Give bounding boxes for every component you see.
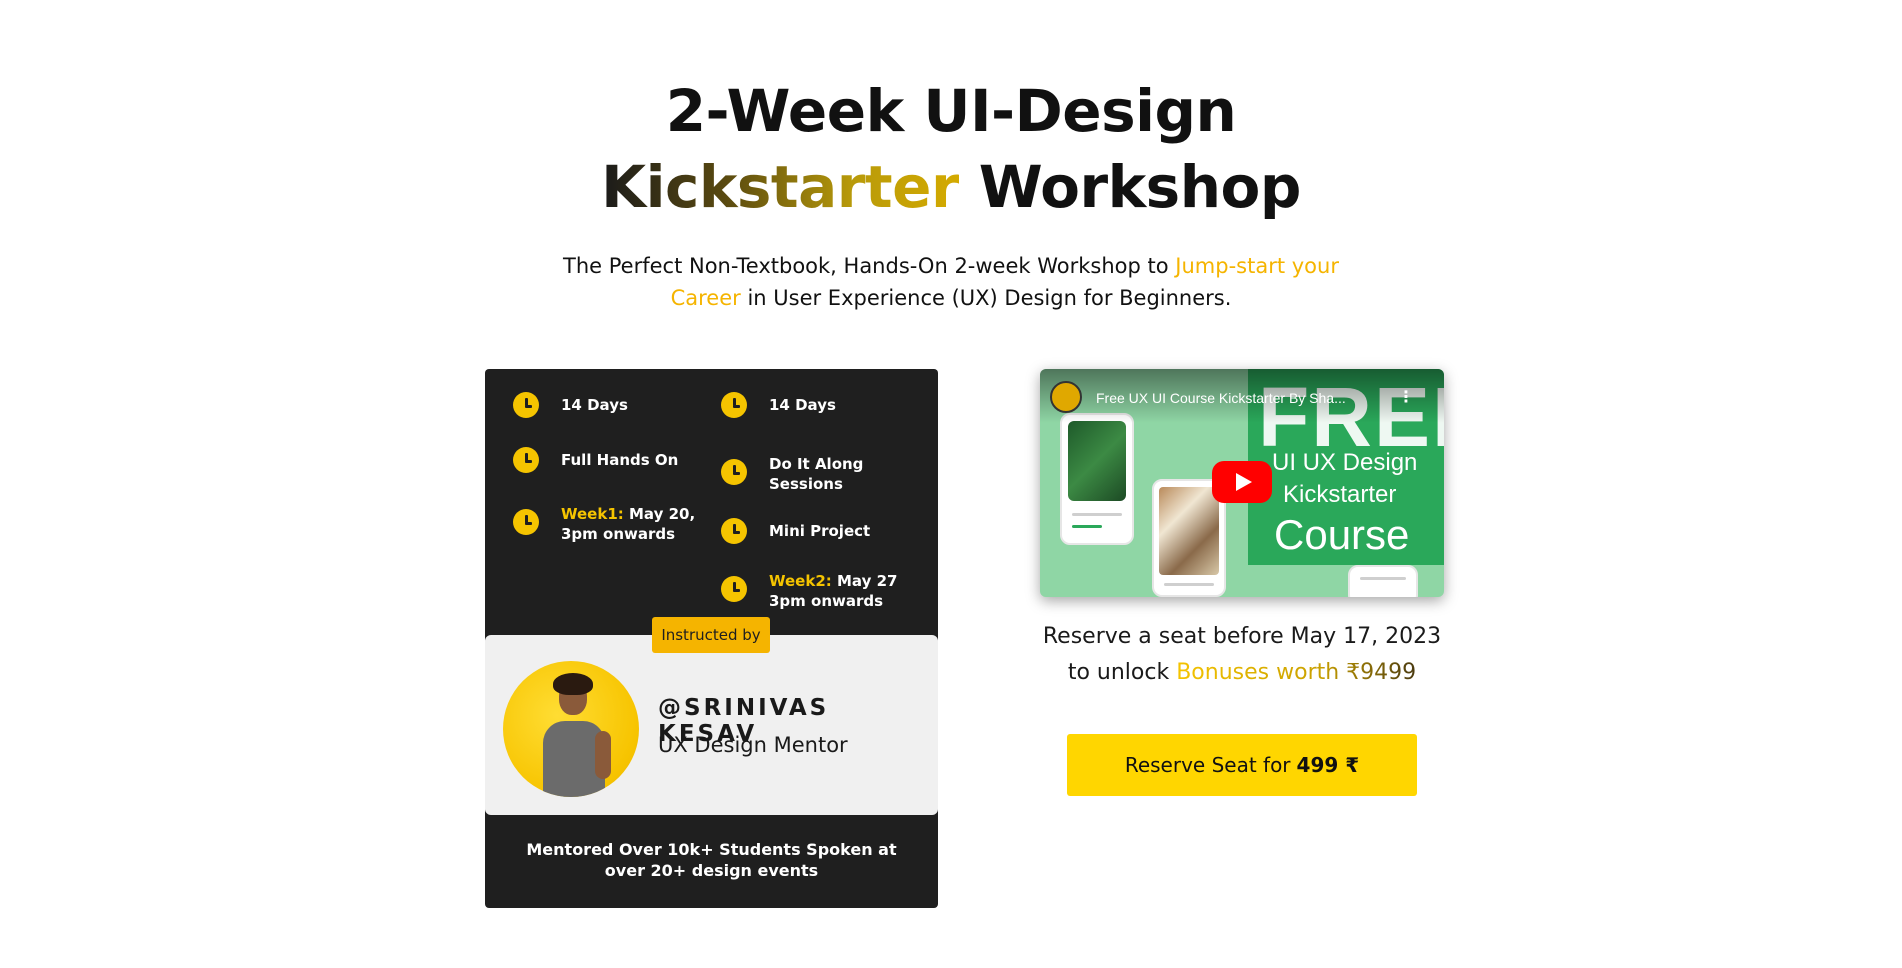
instructor-role: UX Design Mentor xyxy=(658,733,848,757)
feature-item: Full Hands On xyxy=(513,447,703,473)
clock-icon xyxy=(513,509,539,535)
feature-item: Mini Project xyxy=(721,518,911,544)
clock-icon xyxy=(721,518,747,544)
reserve-info: Reserve a seat before May 17, 2023 to un… xyxy=(1000,619,1484,691)
clock-icon xyxy=(721,392,747,418)
feature-text: Do It Along Sessions xyxy=(769,455,864,493)
feature-text: Full Hands On xyxy=(561,451,679,469)
feature-text: 14 Days xyxy=(561,396,628,414)
instructed-by-badge: Instructed by xyxy=(652,617,770,653)
subtitle-text-2: in User Experience (UX) Design for Begin… xyxy=(740,286,1232,310)
hero-subtitle: The Perfect Non-Textbook, Hands-On 2-wee… xyxy=(560,250,1342,314)
clock-icon xyxy=(721,459,747,485)
feature-text: Week2: May 27 3pm onwards xyxy=(769,572,898,610)
phone-mockup xyxy=(1348,565,1418,597)
subtitle-text-1: The Perfect Non-Textbook, Hands-On 2-wee… xyxy=(563,254,1176,278)
thumbnail-text: Kickstarter xyxy=(1283,481,1397,508)
video-embed[interactable]: FREE UI UX Design Kickstarter Course Fre… xyxy=(1040,369,1444,597)
instructor-panel: @SRINIVAS KESAV UX Design Mentor xyxy=(485,635,938,815)
hero-title-highlight: Kickstarter xyxy=(601,153,960,221)
thumbnail-text: UI UX Design xyxy=(1272,449,1418,476)
workshop-details-card: 14 Days 14 Days Full Hands On Do It Alon… xyxy=(485,369,938,908)
phone-mockup xyxy=(1060,413,1134,545)
clock-icon xyxy=(513,447,539,473)
feature-item: 14 Days xyxy=(721,392,911,418)
feature-text: Week1: May 20, 3pm onwards xyxy=(561,505,696,543)
bonus-highlight: Bonuses worth ₹9499 xyxy=(1176,660,1417,685)
avatar xyxy=(503,661,639,797)
clock-icon xyxy=(513,392,539,418)
reserve-seat-button[interactable]: Reserve Seat for 499 ₹ xyxy=(1067,734,1417,796)
reserve-deadline: Reserve a seat before May 17, 2023 xyxy=(1042,624,1442,649)
feature-item: Week1: May 20, 3pm onwards xyxy=(513,501,713,544)
hero-title: 2-Week UI-Design Kickstarter Workshop xyxy=(0,73,1902,225)
reserve-bonus-line: to unlock Bonuses worth ₹9499 xyxy=(1067,660,1417,685)
thumbnail-text: Course xyxy=(1274,511,1410,558)
feature-item: Week2: May 27 3pm onwards xyxy=(721,568,901,611)
play-icon[interactable] xyxy=(1212,461,1272,503)
feature-text: Mini Project xyxy=(769,522,871,540)
instructor-stats: Mentored Over 10k+ Students Spoken at ov… xyxy=(526,840,897,880)
clock-icon xyxy=(721,576,747,602)
channel-avatar[interactable] xyxy=(1050,381,1082,413)
video-title[interactable]: Free UX UI Course Kickstarter By Sha... xyxy=(1096,390,1346,406)
feature-item: Do It Along Sessions xyxy=(721,451,891,494)
feature-item: 14 Days xyxy=(513,392,703,418)
feature-text: 14 Days xyxy=(769,396,836,414)
hero-title-line1: 2-Week UI-Design xyxy=(665,77,1237,145)
hero-title-line2: Workshop xyxy=(959,153,1302,221)
more-options-icon[interactable]: ⋮ xyxy=(1398,387,1414,406)
